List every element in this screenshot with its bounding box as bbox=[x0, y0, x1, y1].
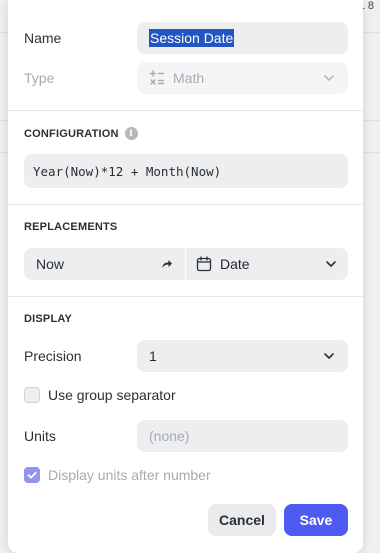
chevron-down-icon bbox=[324, 353, 334, 359]
precision-label: Precision bbox=[24, 348, 82, 364]
configuration-section-title: CONFIGURATION i bbox=[24, 127, 138, 140]
section-divider bbox=[8, 204, 363, 205]
name-row: Name Session Date bbox=[24, 22, 348, 54]
precision-row: Precision 1 bbox=[24, 340, 348, 372]
type-row: Type Math bbox=[24, 62, 348, 94]
replacements-title-text: REPLACEMENTS bbox=[24, 221, 118, 233]
group-separator-row: Use group separator bbox=[24, 387, 348, 403]
edit-field-panel: Name Session Date Type Math CONFIGURATIO… bbox=[8, 0, 363, 553]
name-label: Name bbox=[24, 30, 62, 46]
name-input-value: Session Date bbox=[149, 29, 235, 47]
precision-select[interactable]: 1 bbox=[137, 340, 348, 372]
type-label: Type bbox=[24, 70, 55, 86]
display-section-title: DISPLAY bbox=[24, 313, 72, 325]
type-select-value: Math bbox=[173, 70, 205, 86]
units-after-row: Display units after number bbox=[24, 467, 348, 483]
type-select[interactable]: Math bbox=[137, 62, 348, 94]
cancel-button[interactable]: Cancel bbox=[208, 504, 276, 536]
units-after-label: Display units after number bbox=[48, 467, 211, 483]
section-divider bbox=[8, 296, 363, 297]
precision-value: 1 bbox=[149, 348, 157, 364]
units-field bbox=[137, 420, 348, 452]
units-label: Units bbox=[24, 428, 56, 444]
save-button[interactable]: Save bbox=[284, 504, 348, 536]
display-title-text: DISPLAY bbox=[24, 313, 73, 325]
section-divider bbox=[8, 110, 363, 111]
math-operators-icon bbox=[149, 70, 165, 85]
info-icon[interactable]: i bbox=[124, 127, 138, 140]
checkmark-icon bbox=[27, 471, 37, 479]
replacement-target-text: Date bbox=[220, 256, 250, 272]
calendar-icon bbox=[196, 256, 212, 272]
chevron-down-icon bbox=[324, 75, 334, 81]
name-input[interactable]: Session Date bbox=[137, 22, 348, 54]
units-input[interactable] bbox=[137, 420, 348, 452]
redirect-arrow-icon bbox=[162, 260, 172, 268]
replacement-source-text: Now bbox=[36, 256, 65, 272]
units-row: Units bbox=[24, 420, 348, 452]
chevron-down-icon bbox=[326, 261, 336, 267]
replacement-target-select[interactable]: Date bbox=[186, 248, 348, 280]
units-after-checkbox[interactable] bbox=[24, 467, 40, 483]
replacement-row: Now Date bbox=[24, 248, 348, 280]
group-separator-checkbox[interactable] bbox=[24, 387, 40, 403]
replacement-source[interactable]: Now bbox=[24, 248, 185, 280]
configuration-title-text: CONFIGURATION bbox=[24, 127, 119, 140]
replacements-section-title: REPLACEMENTS bbox=[24, 221, 117, 233]
group-separator-label: Use group separator bbox=[48, 387, 176, 403]
expression-input[interactable]: Year(Now)*12 + Month(Now) bbox=[24, 154, 348, 188]
